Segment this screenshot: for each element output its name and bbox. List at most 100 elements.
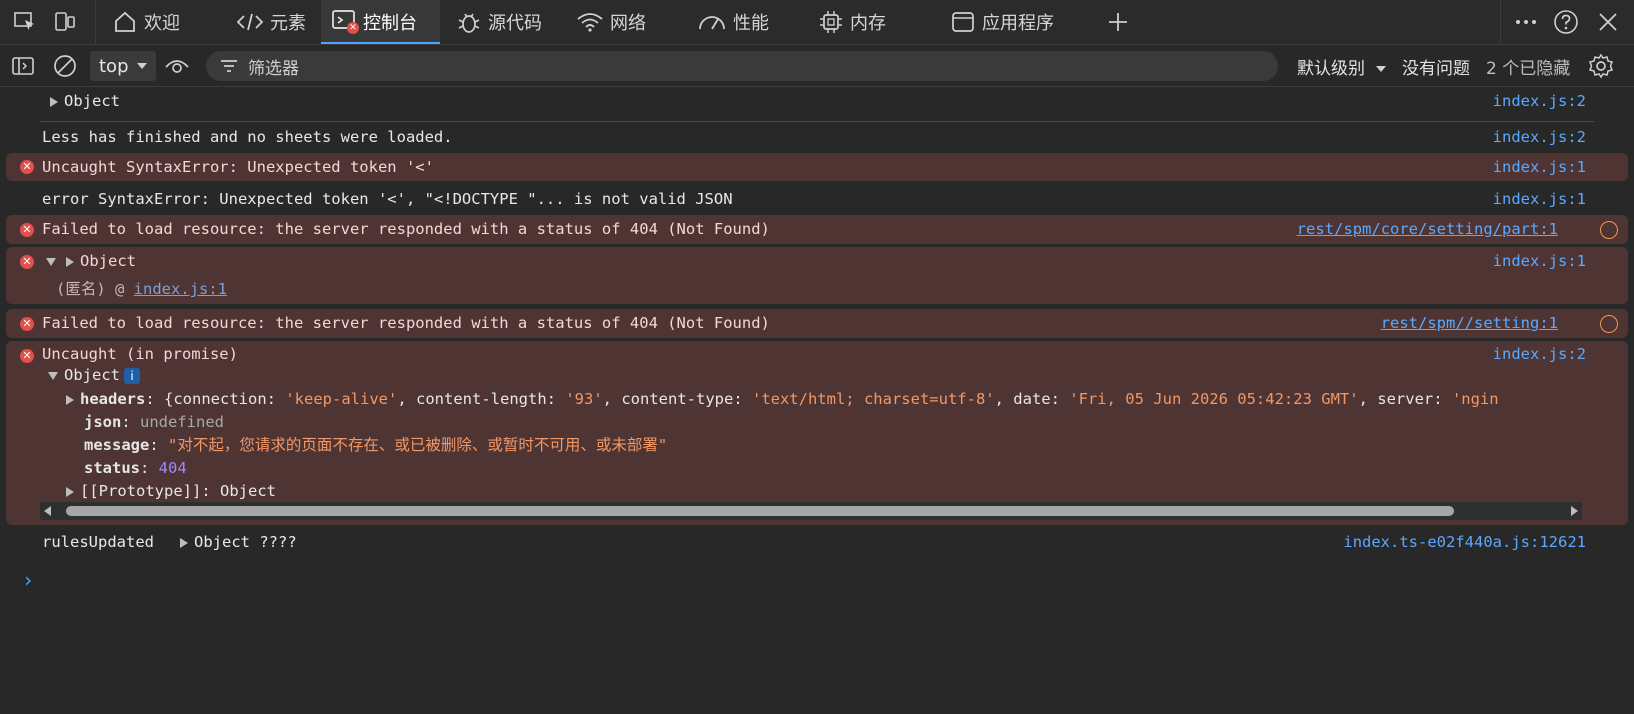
error-icon: ✕ [20, 255, 34, 269]
console-message: rulesUpdated Object ???? index.ts-e02f44… [0, 527, 1634, 557]
stack-frame: (匿名) @ index.js:1 [56, 276, 227, 302]
device-emulation-icon[interactable] [50, 0, 80, 44]
home-icon [115, 11, 135, 32]
console-error-message: ✕ Failed to load resource: the server re… [6, 215, 1628, 244]
object-expander[interactable]: Object ???? [180, 527, 297, 557]
source-link[interactable]: index.js:1 [1493, 153, 1586, 181]
collapse-triangle-icon [48, 371, 58, 380]
property-value: 404 [158, 459, 187, 477]
message-text: Less has finished and no sheets were loa… [42, 128, 453, 146]
tab-elements[interactable]: 元素 [236, 0, 306, 44]
header-value: 'text/html; charset=utf-8' [751, 390, 995, 408]
property-headers[interactable]: headers: {connection: 'keep-alive', cont… [66, 387, 1499, 411]
chip-icon [820, 11, 842, 33]
property-key: json [84, 413, 122, 431]
scrollbar-thumb[interactable] [66, 506, 1454, 516]
expand-triangle-icon [180, 537, 188, 548]
live-expression-eye-icon[interactable] [162, 45, 192, 87]
source-link[interactable]: index.js:2 [1493, 87, 1586, 115]
horizontal-scrollbar[interactable] [40, 502, 1582, 520]
tab-sources[interactable]: 源代码 [456, 0, 542, 44]
error-icon: ✕ [20, 223, 34, 237]
devtools-tab-bar: 欢迎 元素 ✕ 控制台 源代码 网络 性能 内存 应用程序 [0, 0, 1634, 45]
tab-label: 应用程序 [982, 13, 1054, 34]
source-link[interactable]: index.js:2 [1493, 341, 1586, 367]
source-link[interactable]: index.js:1 [1493, 184, 1586, 214]
tab-label: 控制台 [363, 13, 417, 34]
source-link[interactable]: rest/spm//setting:1 [1381, 309, 1558, 338]
context-select[interactable]: top [90, 51, 156, 81]
chevron-down-icon [1376, 66, 1387, 72]
scroll-left-icon[interactable] [44, 506, 51, 516]
console-messages: Object index.js:2 Less has finished and … [0, 87, 1634, 714]
property-json: json: undefined [84, 413, 224, 431]
source-link[interactable]: index.js:1 [1493, 247, 1586, 275]
issues-button[interactable]: 没有问题 [1402, 54, 1470, 79]
filter-icon [221, 60, 237, 72]
object-expander[interactable]: Object i [48, 363, 140, 387]
property-key: [[Prototype]] [80, 482, 202, 500]
clear-console-icon[interactable] [50, 45, 80, 87]
header-value: '93' [565, 390, 603, 408]
error-icon: ✕ [20, 160, 34, 174]
add-tab-icon[interactable] [1100, 0, 1136, 44]
property-key: message [84, 436, 150, 454]
source-link[interactable]: rest/spm/core/setting/part:1 [1297, 215, 1558, 244]
console-prompt[interactable]: › [0, 565, 1634, 595]
property-value: Object [220, 482, 276, 500]
header-key: date [1013, 390, 1051, 408]
filter-placeholder: 筛选器 [248, 58, 299, 79]
property-value: "对不起，您请求的页面不存在、或已被删除、或暂时不可用、或未部署" [168, 436, 668, 454]
tab-welcome[interactable]: 欢迎 [112, 0, 180, 44]
expand-triangle-icon [66, 256, 74, 267]
object-expander[interactable]: Object [50, 87, 120, 115]
property-key: headers [80, 390, 146, 408]
error-badge-icon: ✕ [347, 21, 359, 34]
filter-input[interactable]: 筛选器 [206, 51, 1278, 81]
source-link[interactable]: index.js:2 [1493, 122, 1586, 152]
close-icon[interactable] [1592, 0, 1624, 44]
gauge-icon [699, 16, 725, 30]
message-text: Object [80, 252, 136, 270]
property-prototype[interactable]: [[Prototype]]: Object [66, 479, 276, 503]
stack-frame-label: (匿名) @ [56, 280, 134, 298]
object-expander[interactable]: Object [46, 247, 136, 275]
message-label: rulesUpdated [42, 533, 154, 551]
source-link[interactable]: index.ts-e02f440a.js:12621 [1343, 527, 1586, 557]
message-text: Object ???? [194, 533, 297, 551]
more-options-icon[interactable] [1510, 0, 1542, 44]
divider [95, 0, 96, 44]
header-key: content-length [416, 390, 547, 408]
expand-triangle-icon [66, 394, 74, 405]
network-request-icon[interactable] [1600, 315, 1618, 333]
property-message: message: "对不起，您请求的页面不存在、或已被删除、或暂时不可用、或未部… [84, 436, 668, 454]
bug-icon [458, 13, 480, 33]
inspect-element-icon[interactable] [10, 0, 40, 44]
tab-network[interactable]: 网络 [576, 0, 646, 44]
tab-performance[interactable]: 性能 [697, 0, 769, 44]
expand-triangle-icon [66, 486, 74, 497]
tab-label: 欢迎 [144, 13, 180, 34]
scroll-right-icon[interactable] [1571, 506, 1578, 516]
help-icon[interactable] [1550, 0, 1582, 44]
header-value: 'keep-alive' [285, 390, 398, 408]
tab-label: 网络 [610, 13, 646, 34]
wifi-icon [577, 13, 603, 32]
tab-memory[interactable]: 内存 [818, 0, 886, 44]
stack-frame-link[interactable]: index.js:1 [134, 280, 227, 298]
message-text: Failed to load resource: the server resp… [42, 220, 770, 238]
header-value: 'Fri, 05 Jun 2026 05:42:23 GMT' [1069, 390, 1359, 408]
collapse-triangle-icon [46, 257, 56, 266]
log-levels-dropdown[interactable]: 默认级别 [1297, 54, 1387, 79]
tab-console[interactable]: ✕ 控制台 [321, 0, 440, 44]
header-value: 'ngin [1451, 390, 1499, 408]
tab-application[interactable]: 应用程序 [950, 0, 1054, 44]
object-label: Object [64, 366, 120, 384]
network-request-icon[interactable] [1600, 221, 1618, 239]
property-key: status [84, 459, 140, 477]
console-error-message: ✕ Object index.js:1 (匿名) @ index.js:1 [6, 247, 1628, 304]
prompt-chevron-icon: › [22, 568, 35, 592]
gear-icon[interactable] [1585, 45, 1617, 87]
sidebar-toggle-icon[interactable] [8, 45, 38, 87]
info-icon[interactable]: i [124, 367, 140, 384]
